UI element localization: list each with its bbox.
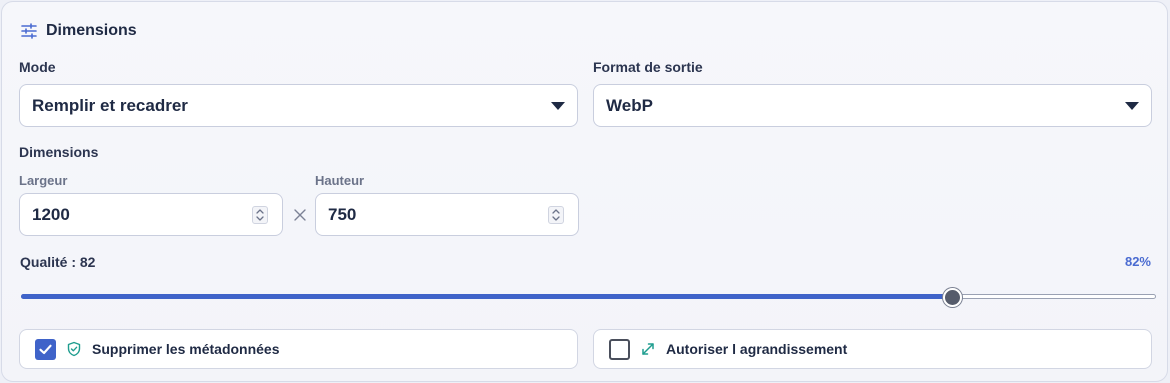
slider-thumb[interactable] — [942, 288, 962, 307]
allow-upscale-option[interactable]: Autoriser l agrandissement — [593, 329, 1152, 369]
quality-label: Qualité : 82 — [20, 254, 96, 270]
width-label: Largeur — [19, 173, 68, 188]
mode-label: Mode — [19, 59, 56, 75]
mode-select[interactable]: Remplir et recadrer — [19, 84, 578, 127]
section-header: Dimensions — [20, 22, 137, 40]
allow-upscale-label: Autoriser l agrandissement — [666, 341, 848, 357]
number-stepper[interactable] — [252, 206, 268, 224]
slider-fill — [21, 294, 952, 299]
dimensions-label: Dimensions — [19, 144, 99, 160]
number-stepper[interactable] — [548, 206, 564, 224]
width-input[interactable]: 1200 — [19, 193, 283, 236]
shield-check-icon — [66, 341, 82, 357]
section-title: Dimensions — [46, 22, 137, 39]
height-label: Hauteur — [315, 173, 365, 188]
height-input[interactable]: 750 — [315, 193, 579, 236]
strip-metadata-label: Supprimer les métadonnées — [92, 341, 280, 357]
chevron-down-icon — [551, 102, 565, 110]
format-value: WebP — [606, 95, 653, 115]
mode-value: Remplir et recadrer — [32, 95, 188, 115]
quality-slider[interactable] — [21, 288, 1156, 307]
width-value: 1200 — [32, 204, 70, 224]
strip-metadata-option[interactable]: Supprimer les métadonnées — [19, 329, 578, 369]
strip-metadata-checkbox[interactable] — [35, 338, 56, 360]
dimensions-panel: Dimensions Mode Remplir et recadrer Form… — [1, 1, 1168, 382]
format-select[interactable]: WebP — [593, 84, 1152, 127]
expand-arrows-icon — [640, 341, 656, 357]
allow-upscale-checkbox[interactable] — [609, 338, 630, 360]
sliders-icon — [20, 22, 38, 40]
times-icon — [292, 207, 308, 223]
format-label: Format de sortie — [593, 59, 703, 75]
height-value: 750 — [328, 204, 357, 224]
quality-percent: 82% — [1124, 254, 1151, 269]
chevron-down-icon — [1125, 102, 1139, 110]
